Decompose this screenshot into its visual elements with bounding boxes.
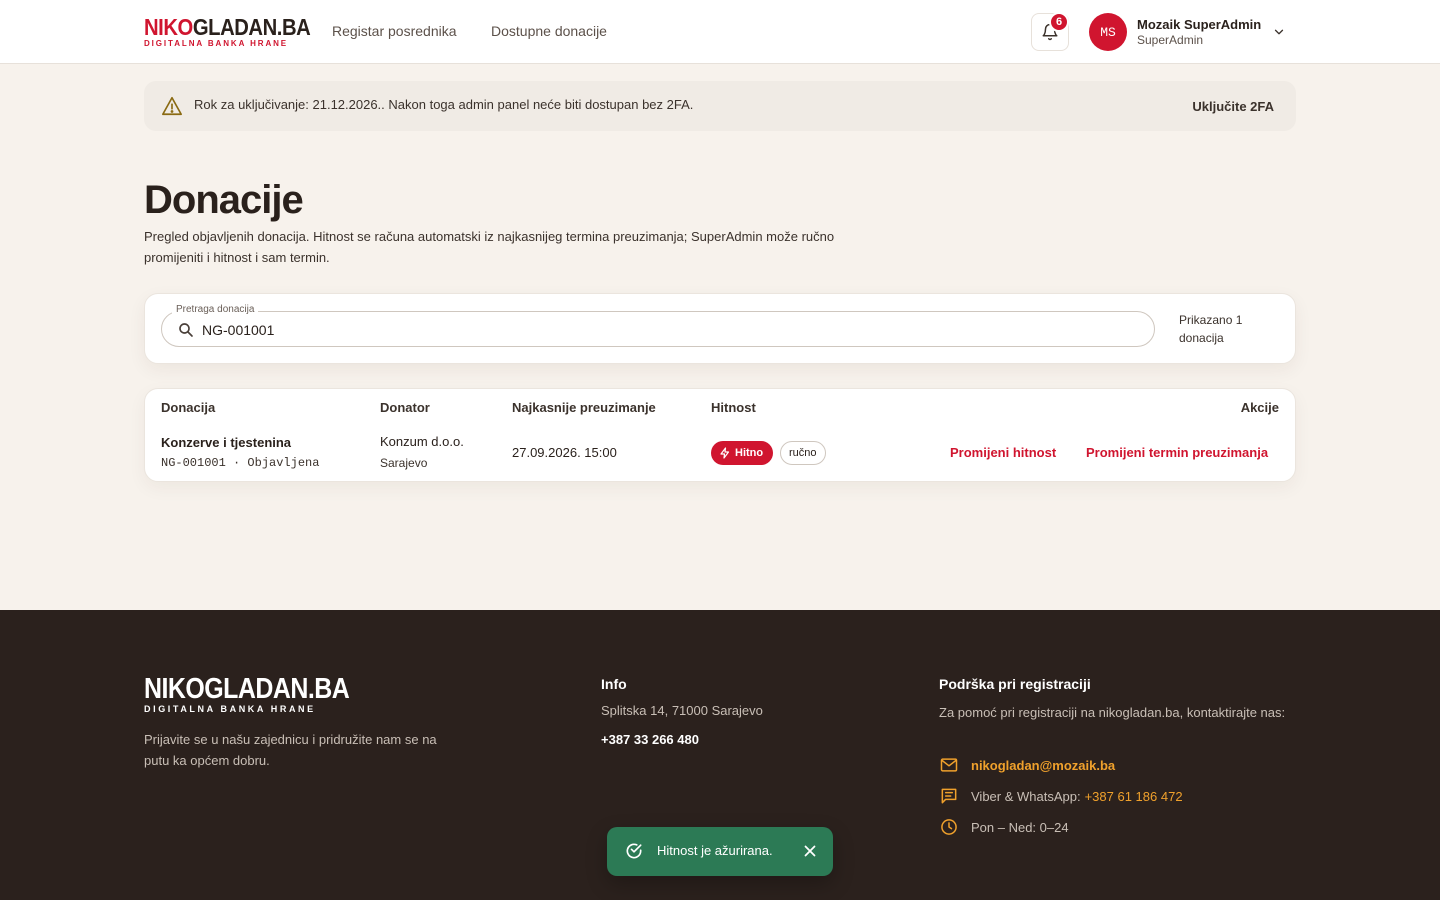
- footer-address: Splitska 14, 71000 Sarajevo: [601, 703, 763, 718]
- page-title: Donacije: [144, 178, 304, 222]
- top-header: NIKOGLADAN.BA DIGITALNA BANKA HRANE Regi…: [0, 0, 1440, 64]
- footer-hours-row: Pon – Ned: 0–24: [939, 817, 1069, 837]
- mail-icon: [940, 758, 958, 772]
- clock-icon: [941, 819, 957, 835]
- footer-viber-number[interactable]: +387 61 186 472: [1085, 789, 1183, 804]
- twofa-warning-banner: Rok za uključivanje: 21.12.2026.. Nakon …: [144, 81, 1296, 131]
- banner-message: Rok za uključivanje: 21.12.2026.. Nakon …: [194, 97, 694, 112]
- footer-support-title: Podrška pri registraciji: [939, 676, 1091, 692]
- change-pickup-deadline-button[interactable]: Promijeni termin preuzimanja: [1086, 445, 1268, 460]
- footer-viber-label: Viber & WhatsApp:: [971, 788, 1081, 804]
- search-field[interactable]: Pretraga donacija: [161, 304, 1155, 347]
- nav-registar-posrednika[interactable]: Registar posrednika: [332, 23, 457, 39]
- pickup-deadline: 27.09.2026. 15:00: [512, 445, 617, 460]
- search-icon: [179, 323, 193, 337]
- user-role: SuperAdmin: [1137, 33, 1204, 47]
- column-header-donator: Donator: [380, 400, 430, 415]
- success-toast: Hitnost je ažurirana.: [607, 827, 833, 876]
- page-description: Pregled objavljenih donacija. Hitnost se…: [144, 229, 835, 265]
- footer-viber-row: Viber & WhatsApp: +387 61 186 472: [939, 786, 1183, 806]
- column-header-akcije: Akcije: [1240, 400, 1279, 415]
- footer-support-text: Za pomoć pri registraciji na nikogladan.…: [939, 705, 1286, 720]
- donor-city: Sarajevo: [380, 456, 428, 470]
- donor-name: Konzum d.o.o.: [380, 434, 464, 449]
- donations-table: Donacija Donator Najkasnije preuzimanje …: [144, 388, 1296, 482]
- search-input[interactable]: [202, 319, 1102, 341]
- avatar[interactable]: MS: [1089, 13, 1127, 51]
- chevron-down-icon[interactable]: [1272, 25, 1286, 39]
- donation-title: Konzerve i tjestenina: [161, 435, 292, 450]
- urgency-label: Hitno: [735, 447, 764, 459]
- footer-email-link[interactable]: nikogladan@mozaik.ba: [971, 758, 1115, 773]
- footer-phone[interactable]: +387 33 266 480: [601, 732, 699, 747]
- check-circle-icon: [626, 843, 642, 859]
- footer-tagline: DIGITALNA BANKA HRANE: [144, 704, 316, 714]
- footer-about: Prijavite se u našu zajednicu i pridruži…: [144, 732, 437, 768]
- footer-logo[interactable]: NIKOGLADAN.BA DIGITALNA BANKA HRANE: [144, 674, 383, 715]
- logo-tagline: DIGITALNA BANKA HRANE: [144, 39, 289, 48]
- result-count: Prikazano 1 donacija: [1179, 313, 1243, 345]
- user-name[interactable]: Mozaik SuperAdmin: [1137, 17, 1261, 32]
- column-header-hitnost: Hitnost: [711, 400, 756, 415]
- chat-icon: [941, 788, 957, 804]
- nav-dostupne-donacije[interactable]: Dostupne donacije: [491, 23, 607, 39]
- brand-logo[interactable]: NIKOGLADAN.BA DIGITALNA BANKA HRANE: [144, 14, 311, 49]
- change-urgency-button[interactable]: Promijeni hitnost: [950, 445, 1056, 460]
- warning-icon: [162, 96, 182, 116]
- urgency-badge: Hitno: [711, 441, 774, 465]
- footer-wordmark: NIKOGLADAN.BA: [144, 673, 350, 705]
- column-header-donacija: Donacija: [161, 400, 216, 415]
- footer-info-title: Info: [601, 676, 627, 692]
- search-label: Pretraga donacija: [172, 304, 259, 315]
- search-card: Pretraga donacija Prikazano 1 donacija: [144, 293, 1296, 364]
- footer-email-row: nikogladan@mozaik.ba: [939, 755, 1115, 775]
- lightning-icon: [720, 447, 730, 459]
- notification-count-badge: 6: [1049, 12, 1069, 32]
- footer-hours: Pon – Ned: 0–24: [971, 819, 1069, 835]
- donation-code: NG-001001 · Objavljena: [161, 456, 320, 470]
- logo-wordmark: NIKOGLADAN.BA: [144, 14, 311, 40]
- column-header-preuzimanje: Najkasnije preuzimanje: [512, 400, 656, 415]
- enable-2fa-button[interactable]: Uključite 2FA: [1192, 99, 1274, 114]
- toast-message: Hitnost je ažurirana.: [657, 843, 773, 858]
- close-icon[interactable]: [801, 842, 819, 860]
- urgency-mode-badge: ručno: [780, 441, 826, 465]
